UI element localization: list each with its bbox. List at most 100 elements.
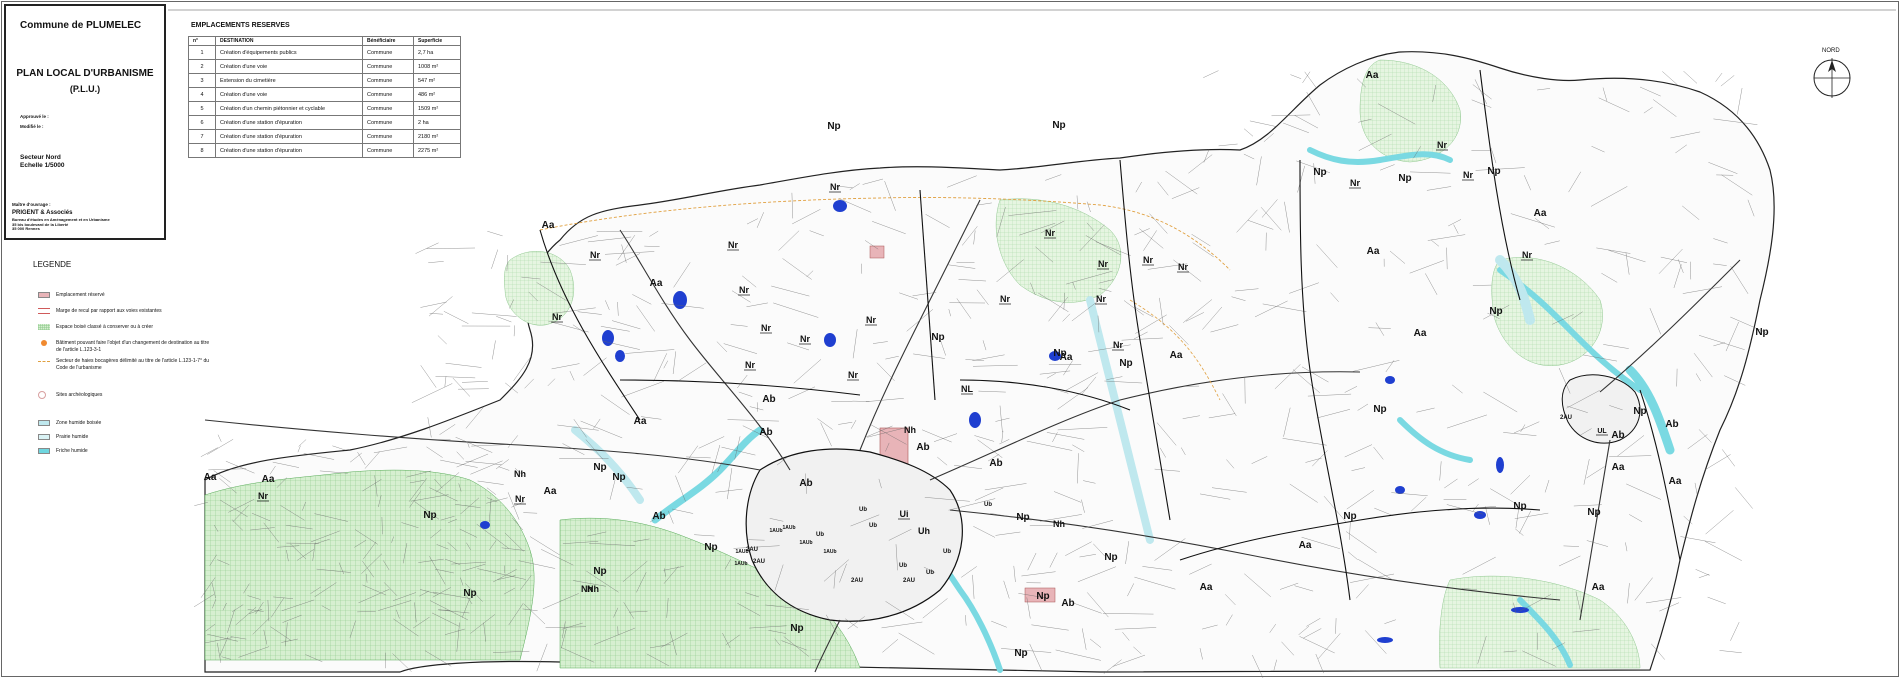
zone-label: Np (1119, 358, 1132, 369)
zone-label: Nr (745, 360, 755, 370)
legend-label: Zone humide boisée (56, 420, 102, 426)
zone-label: Nr (1463, 170, 1473, 180)
sector-info: Secteur Nord Echelle 1/5000 (20, 154, 64, 170)
compass-icon (1813, 58, 1851, 98)
table-row: 1 Création d'équipements publics Commune 2,… (188, 45, 461, 60)
parcel-line (513, 325, 515, 337)
zone-label: Nh (581, 584, 593, 594)
reserved-area-2 (869, 245, 885, 259)
zone-label: NL (961, 384, 973, 394)
zone-label: Aa (1367, 246, 1380, 257)
zone-label: Ui (900, 509, 909, 519)
zone-label: Ab (1061, 598, 1074, 609)
parcel-line (1243, 128, 1254, 137)
parcel-line (1249, 120, 1277, 127)
zone-label: Np (1398, 173, 1411, 184)
parcel-line (426, 247, 476, 249)
modification-date-label: Modifié le : (20, 124, 44, 129)
zone-label: Nh (904, 425, 916, 435)
col-number: n° (188, 36, 216, 46)
parcel-line (1218, 143, 1238, 147)
zone-label: Nr (739, 285, 749, 295)
zone-label: Nh (514, 469, 526, 479)
zone-label: Aa (204, 472, 217, 483)
parcel-line (496, 316, 512, 323)
zone-label: Np (1052, 120, 1065, 131)
zone-label: Np (1053, 348, 1066, 359)
parcel-line (1735, 487, 1753, 509)
zone-label: Np (1373, 404, 1386, 415)
zone-label: Aa (650, 278, 663, 289)
zone-label: Aa (1299, 540, 1312, 551)
zone-label: Np (1036, 591, 1049, 602)
zone-label: Nr (728, 240, 738, 250)
zone-label: Ab (799, 478, 812, 489)
zone-label: Ub (943, 549, 951, 555)
zone-label: Ab (759, 427, 772, 438)
north-label: NORD (1822, 48, 1840, 54)
zone-label: Nh (1053, 519, 1065, 529)
parcel-line (471, 312, 517, 317)
col-area: Superficie (413, 36, 461, 46)
zone-label: Nr (830, 182, 840, 192)
table-row: 5 Création d'un chemin piétonnier et cycl… (188, 101, 461, 116)
row-beneficiary: Commune (362, 73, 414, 88)
zone-label: 1AUb (782, 525, 795, 531)
zone-label: Nr (590, 250, 600, 260)
zone-label: Nr (1522, 250, 1532, 260)
legend-swatch (38, 308, 50, 314)
legend-swatch (38, 292, 50, 298)
parcel-line (415, 242, 439, 254)
map-scale: Echelle 1/5000 (20, 162, 65, 169)
parcel-line (444, 376, 447, 387)
parcel-line (332, 445, 345, 451)
zone-label: Aa (262, 474, 275, 485)
parcel-line (445, 363, 482, 368)
table-row: 2 Création d'une voie Commune 1008 m² (188, 59, 461, 74)
parcel-line (1719, 650, 1742, 653)
parcel-line (298, 439, 307, 447)
row-destination: Création d'une voie (215, 59, 363, 74)
zone-label: Nr (515, 494, 525, 504)
legend-label: Secteur de haies bocagères délimité au t… (56, 358, 210, 371)
zone-label: 1AUi (0, 0, 6, 2)
row-number: 7 (188, 129, 216, 144)
zone-label: 2AU (851, 578, 863, 584)
north-arrow: NORD (1812, 48, 1858, 108)
zone-label: Np (463, 588, 476, 599)
zone-label: Ub (899, 563, 907, 569)
row-number: 5 (188, 101, 216, 116)
zone-label: Aa (542, 220, 555, 231)
map-sheet: Aa Aa Aa Aa Aa Aa Aa Aa Aa Aa Aa Aa Aa Aa Aa Aa Aa Ab Ab Ab… (0, 0, 1900, 678)
zone-label: Nr (1350, 178, 1360, 188)
row-beneficiary: Commune (362, 101, 414, 116)
zone-label: Nr (800, 334, 810, 344)
zone-label: Np (1633, 406, 1646, 417)
zone-label: 2AU (1560, 415, 1572, 421)
zone-label: Ub (869, 523, 877, 529)
zone-label: Np (1587, 507, 1600, 518)
row-destination: Création d'une station d'épuration (215, 115, 363, 130)
approval-date-label: Approuvé le : (20, 114, 49, 119)
reserved-table-title: EMPLACEMENTS RESERVES (191, 22, 290, 29)
zone-label: Np (1489, 306, 1502, 317)
legend-swatch (38, 448, 50, 454)
zone-label: Aa (1612, 462, 1625, 473)
row-area: 2 ha (413, 115, 461, 130)
parcel-line (443, 311, 469, 324)
row-number: 6 (188, 115, 216, 130)
zone-label: Nr (258, 491, 268, 501)
plan-abbreviation: (P.L.U.) (69, 84, 101, 94)
zone-label: 1AUb (823, 549, 836, 555)
client-label: Maître d'ouvrage : (12, 202, 51, 207)
legend-label: Marge de recul par rapport aux voies exi… (56, 308, 162, 314)
parcel-line (492, 340, 496, 360)
legend-swatch (38, 361, 50, 362)
parcel-line (1722, 449, 1735, 467)
table-header-row: n° DESTINATION Bénéficiaire Superficie (188, 36, 461, 46)
legend-label: Friche humide (56, 448, 88, 454)
zone-label: Np (612, 472, 625, 483)
legend-label: Sites archéologiques (56, 392, 103, 398)
row-number: 2 (188, 59, 216, 74)
row-beneficiary: Commune (362, 87, 414, 102)
